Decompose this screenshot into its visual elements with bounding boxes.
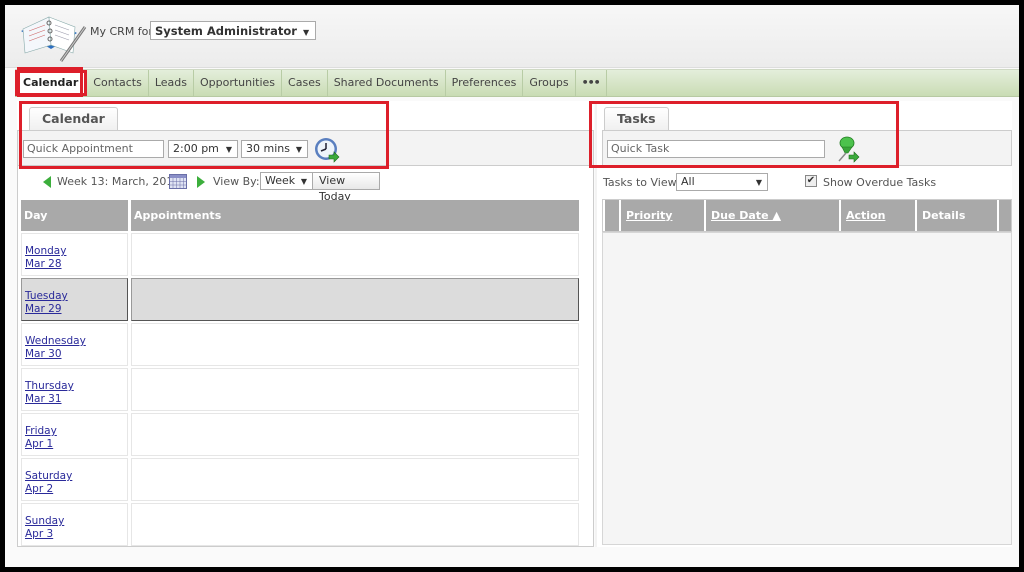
day-cell: Thursday Mar 31	[21, 368, 128, 411]
tasks-tab[interactable]: Tasks	[604, 107, 669, 130]
user-select[interactable]: System Administrator ▼	[150, 21, 317, 40]
day-date[interactable]: Mar 28	[25, 258, 66, 271]
day-cell: Friday Apr 1	[21, 413, 128, 456]
quick-task-bar: Quick Task	[602, 130, 1012, 166]
nav-tab-leads[interactable]: Leads	[149, 70, 194, 96]
quick-appointment-bar: Quick Appointment 2:00 pm ▼ 30 mins ▼	[17, 130, 594, 166]
dropdown-arrow-icon: ▼	[755, 178, 762, 187]
day-name[interactable]: Sunday	[25, 515, 64, 528]
show-overdue-checkbox[interactable]: ✔	[805, 175, 817, 187]
column-header-priority[interactable]: Priority	[621, 200, 704, 231]
crm-window: My CRM for: System Administrator ▼ Calend…	[5, 5, 1019, 567]
day-link[interactable]: Monday Mar 28	[25, 245, 66, 271]
day-link[interactable]: Sunday Apr 3	[25, 515, 64, 541]
view-by-label: View By:	[213, 175, 260, 188]
column-header-details: Details	[917, 200, 997, 231]
appointments-cell[interactable]	[131, 458, 579, 501]
nav-more-button[interactable]: •••	[576, 70, 607, 96]
tasks-list	[602, 232, 1012, 545]
day-name[interactable]: Friday	[25, 425, 57, 438]
tasks-to-view-label: Tasks to View:	[603, 176, 680, 189]
planner-notebook-pen-icon	[21, 16, 87, 62]
column-header-select	[605, 200, 619, 231]
dropdown-arrow-icon: ▼	[300, 177, 307, 186]
day-link[interactable]: Friday Apr 1	[25, 425, 57, 451]
show-overdue-label: Show Overdue Tasks	[823, 176, 937, 189]
day-date[interactable]: Mar 30	[25, 348, 86, 361]
previous-week-icon[interactable]	[43, 176, 52, 188]
time-select[interactable]: 2:00 pm ▼	[168, 140, 238, 158]
day-date[interactable]: Apr 3	[25, 528, 64, 541]
quick-task-input[interactable]: Quick Task	[607, 140, 825, 158]
day-link[interactable]: Thursday Mar 31	[25, 380, 74, 406]
nav-tab-shared-documents[interactable]: Shared Documents	[328, 70, 446, 96]
day-name[interactable]: Monday	[25, 245, 66, 258]
column-header-day: Day	[21, 200, 128, 231]
dropdown-arrow-icon: ▼	[302, 28, 310, 37]
day-name[interactable]: Tuesday	[25, 290, 68, 303]
appointments-cell[interactable]	[131, 323, 579, 366]
day-date[interactable]: Mar 29	[25, 303, 68, 316]
appointments-cell[interactable]	[131, 413, 579, 456]
tasks-table-header: Priority Due Date ▲ Action Details	[602, 199, 1012, 232]
appointments-cell[interactable]	[131, 278, 579, 321]
nav-tab-preferences[interactable]: Preferences	[446, 70, 524, 96]
column-header-action[interactable]: Action	[841, 200, 915, 231]
crm-for-label: My CRM for:	[90, 25, 157, 38]
duration-select-value: 30 mins	[246, 142, 290, 155]
dropdown-arrow-icon: ▼	[225, 145, 232, 154]
nav-tab-cases[interactable]: Cases	[282, 70, 328, 96]
day-date[interactable]: Apr 2	[25, 483, 72, 496]
day-name[interactable]: Saturday	[25, 470, 72, 483]
nav-tab-groups[interactable]: Groups	[523, 70, 576, 96]
pushpin-add-icon[interactable]	[833, 135, 863, 163]
appointments-cell[interactable]	[131, 503, 579, 546]
appointments-cell[interactable]	[131, 233, 579, 276]
nav-tab-opportunities[interactable]: Opportunities	[194, 70, 283, 96]
day-cell: Saturday Apr 2	[21, 458, 128, 501]
week-label: Week 13: March, 2016	[57, 175, 181, 188]
column-header-due-date[interactable]: Due Date ▲	[706, 200, 839, 231]
day-link[interactable]: Saturday Apr 2	[25, 470, 72, 496]
view-by-select[interactable]: Week ▼	[260, 172, 313, 190]
main-nav: Calendar Contacts Leads Opportunities Ca…	[15, 69, 1019, 97]
nav-tab-contacts[interactable]: Contacts	[87, 70, 149, 96]
day-cell: Tuesday Mar 29	[21, 278, 128, 321]
dropdown-arrow-icon: ▼	[295, 145, 302, 154]
day-link[interactable]: Tuesday Mar 29	[25, 290, 68, 316]
duration-select[interactable]: 30 mins ▼	[241, 140, 308, 158]
tasks-to-view-select-value: All	[681, 175, 695, 188]
next-week-icon[interactable]	[196, 176, 205, 188]
app-header: My CRM for: System Administrator ▼	[5, 5, 1019, 68]
calendar-picker-icon[interactable]	[169, 174, 187, 189]
day-name[interactable]: Thursday	[25, 380, 74, 393]
tasks-panel: Tasks Quick Task Tasks to View: All ▼ ✔ S…	[597, 101, 1012, 547]
quick-appointment-input[interactable]: Quick Appointment	[23, 140, 164, 158]
calendar-panel: Calendar Quick Appointment 2:00 pm ▼ 30 m…	[17, 101, 594, 547]
view-by-select-value: Week	[265, 174, 296, 187]
day-cell: Sunday Apr 3	[21, 503, 128, 546]
user-select-value: System Administrator	[155, 24, 297, 38]
nav-tab-calendar[interactable]: Calendar	[15, 70, 88, 96]
calendar-tab[interactable]: Calendar	[29, 107, 118, 130]
time-select-value: 2:00 pm	[173, 142, 219, 155]
column-header-appointments: Appointments	[131, 200, 579, 231]
tasks-to-view-select[interactable]: All ▼	[676, 173, 768, 191]
day-cell: Monday Mar 28	[21, 233, 128, 276]
day-name[interactable]: Wednesday	[25, 335, 86, 348]
day-date[interactable]: Mar 31	[25, 393, 74, 406]
day-link[interactable]: Wednesday Mar 30	[25, 335, 86, 361]
view-today-button[interactable]: View Today	[312, 172, 380, 203]
day-cell: Wednesday Mar 30	[21, 323, 128, 366]
clock-add-icon[interactable]	[313, 136, 341, 164]
day-date[interactable]: Apr 1	[25, 438, 57, 451]
column-header-scroll	[999, 200, 1011, 231]
appointments-cell[interactable]	[131, 368, 579, 411]
